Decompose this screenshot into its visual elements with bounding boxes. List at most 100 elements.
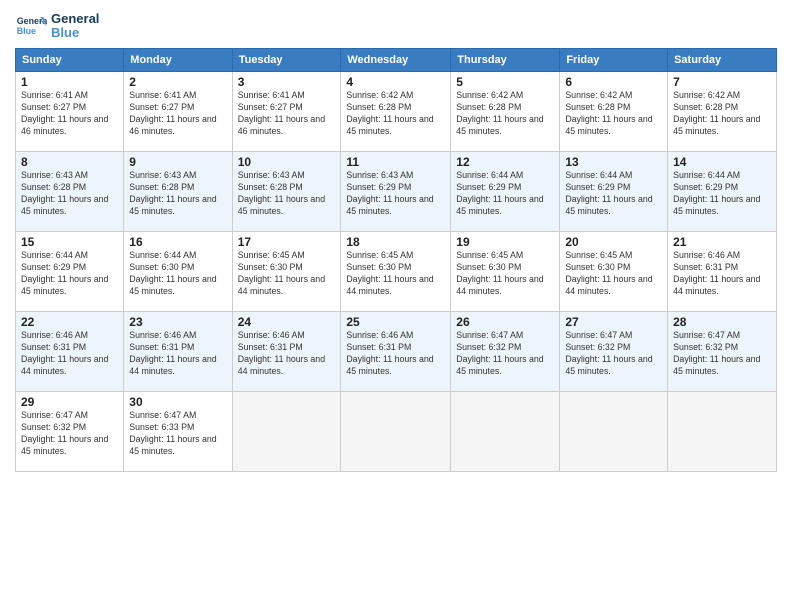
day-number: 22 — [21, 315, 118, 329]
day-number: 8 — [21, 155, 118, 169]
day-number: 25 — [346, 315, 445, 329]
calendar-cell: 8 Sunrise: 6:43 AM Sunset: 6:28 PM Dayli… — [16, 152, 124, 232]
calendar-cell — [560, 392, 668, 472]
day-info: Sunrise: 6:46 AM Sunset: 6:31 PM Dayligh… — [21, 330, 118, 378]
calendar-week-3: 15 Sunrise: 6:44 AM Sunset: 6:29 PM Dayl… — [16, 232, 777, 312]
calendar-cell: 14 Sunrise: 6:44 AM Sunset: 6:29 PM Dayl… — [668, 152, 777, 232]
calendar-cell: 25 Sunrise: 6:46 AM Sunset: 6:31 PM Dayl… — [341, 312, 451, 392]
day-number: 24 — [238, 315, 336, 329]
calendar-cell: 28 Sunrise: 6:47 AM Sunset: 6:32 PM Dayl… — [668, 312, 777, 392]
calendar-week-5: 29 Sunrise: 6:47 AM Sunset: 6:32 PM Dayl… — [16, 392, 777, 472]
header-wednesday: Wednesday — [341, 49, 451, 72]
day-info: Sunrise: 6:45 AM Sunset: 6:30 PM Dayligh… — [238, 250, 336, 298]
calendar-cell: 7 Sunrise: 6:42 AM Sunset: 6:28 PM Dayli… — [668, 72, 777, 152]
calendar-cell: 24 Sunrise: 6:46 AM Sunset: 6:31 PM Dayl… — [232, 312, 341, 392]
day-number: 10 — [238, 155, 336, 169]
day-info: Sunrise: 6:44 AM Sunset: 6:29 PM Dayligh… — [565, 170, 662, 218]
day-info: Sunrise: 6:43 AM Sunset: 6:29 PM Dayligh… — [346, 170, 445, 218]
header-thursday: Thursday — [451, 49, 560, 72]
day-info: Sunrise: 6:47 AM Sunset: 6:32 PM Dayligh… — [456, 330, 554, 378]
day-number: 18 — [346, 235, 445, 249]
day-info: Sunrise: 6:44 AM Sunset: 6:29 PM Dayligh… — [21, 250, 118, 298]
day-number: 17 — [238, 235, 336, 249]
logo-icon: General Blue — [15, 10, 47, 42]
day-number: 13 — [565, 155, 662, 169]
svg-text:Blue: Blue — [17, 26, 36, 36]
logo: General Blue General Blue — [15, 10, 99, 42]
day-number: 26 — [456, 315, 554, 329]
day-number: 30 — [129, 395, 226, 409]
day-number: 9 — [129, 155, 226, 169]
calendar-cell: 11 Sunrise: 6:43 AM Sunset: 6:29 PM Dayl… — [341, 152, 451, 232]
calendar-cell: 15 Sunrise: 6:44 AM Sunset: 6:29 PM Dayl… — [16, 232, 124, 312]
calendar-body: 1 Sunrise: 6:41 AM Sunset: 6:27 PM Dayli… — [16, 72, 777, 472]
day-number: 12 — [456, 155, 554, 169]
header-tuesday: Tuesday — [232, 49, 341, 72]
calendar-week-4: 22 Sunrise: 6:46 AM Sunset: 6:31 PM Dayl… — [16, 312, 777, 392]
day-number: 4 — [346, 75, 445, 89]
day-number: 20 — [565, 235, 662, 249]
calendar-header-row: SundayMondayTuesdayWednesdayThursdayFrid… — [16, 49, 777, 72]
day-info: Sunrise: 6:46 AM Sunset: 6:31 PM Dayligh… — [673, 250, 771, 298]
day-info: Sunrise: 6:47 AM Sunset: 6:32 PM Dayligh… — [21, 410, 118, 458]
calendar-cell: 9 Sunrise: 6:43 AM Sunset: 6:28 PM Dayli… — [124, 152, 232, 232]
calendar-cell: 13 Sunrise: 6:44 AM Sunset: 6:29 PM Dayl… — [560, 152, 668, 232]
day-number: 14 — [673, 155, 771, 169]
calendar-cell: 18 Sunrise: 6:45 AM Sunset: 6:30 PM Dayl… — [341, 232, 451, 312]
calendar-week-1: 1 Sunrise: 6:41 AM Sunset: 6:27 PM Dayli… — [16, 72, 777, 152]
day-info: Sunrise: 6:45 AM Sunset: 6:30 PM Dayligh… — [346, 250, 445, 298]
day-number: 19 — [456, 235, 554, 249]
day-info: Sunrise: 6:44 AM Sunset: 6:29 PM Dayligh… — [456, 170, 554, 218]
calendar-cell: 20 Sunrise: 6:45 AM Sunset: 6:30 PM Dayl… — [560, 232, 668, 312]
calendar-cell: 4 Sunrise: 6:42 AM Sunset: 6:28 PM Dayli… — [341, 72, 451, 152]
day-number: 2 — [129, 75, 226, 89]
day-info: Sunrise: 6:42 AM Sunset: 6:28 PM Dayligh… — [565, 90, 662, 138]
day-info: Sunrise: 6:42 AM Sunset: 6:28 PM Dayligh… — [456, 90, 554, 138]
day-number: 16 — [129, 235, 226, 249]
day-number: 27 — [565, 315, 662, 329]
day-info: Sunrise: 6:41 AM Sunset: 6:27 PM Dayligh… — [21, 90, 118, 138]
day-number: 6 — [565, 75, 662, 89]
calendar-cell — [232, 392, 341, 472]
calendar-cell: 19 Sunrise: 6:45 AM Sunset: 6:30 PM Dayl… — [451, 232, 560, 312]
calendar-cell — [451, 392, 560, 472]
calendar-cell — [668, 392, 777, 472]
calendar-cell: 16 Sunrise: 6:44 AM Sunset: 6:30 PM Dayl… — [124, 232, 232, 312]
header-monday: Monday — [124, 49, 232, 72]
day-number: 28 — [673, 315, 771, 329]
day-number: 15 — [21, 235, 118, 249]
logo-line2: Blue — [51, 26, 99, 40]
calendar-cell: 26 Sunrise: 6:47 AM Sunset: 6:32 PM Dayl… — [451, 312, 560, 392]
day-info: Sunrise: 6:44 AM Sunset: 6:29 PM Dayligh… — [673, 170, 771, 218]
day-info: Sunrise: 6:42 AM Sunset: 6:28 PM Dayligh… — [673, 90, 771, 138]
calendar-cell: 17 Sunrise: 6:45 AM Sunset: 6:30 PM Dayl… — [232, 232, 341, 312]
calendar-table: SundayMondayTuesdayWednesdayThursdayFrid… — [15, 48, 777, 472]
calendar-cell: 5 Sunrise: 6:42 AM Sunset: 6:28 PM Dayli… — [451, 72, 560, 152]
calendar-cell: 21 Sunrise: 6:46 AM Sunset: 6:31 PM Dayl… — [668, 232, 777, 312]
calendar-cell: 6 Sunrise: 6:42 AM Sunset: 6:28 PM Dayli… — [560, 72, 668, 152]
calendar-cell — [341, 392, 451, 472]
day-number: 3 — [238, 75, 336, 89]
day-info: Sunrise: 6:47 AM Sunset: 6:32 PM Dayligh… — [565, 330, 662, 378]
calendar-cell: 23 Sunrise: 6:46 AM Sunset: 6:31 PM Dayl… — [124, 312, 232, 392]
day-info: Sunrise: 6:42 AM Sunset: 6:28 PM Dayligh… — [346, 90, 445, 138]
day-info: Sunrise: 6:43 AM Sunset: 6:28 PM Dayligh… — [129, 170, 226, 218]
calendar-cell: 3 Sunrise: 6:41 AM Sunset: 6:27 PM Dayli… — [232, 72, 341, 152]
day-number: 5 — [456, 75, 554, 89]
day-info: Sunrise: 6:41 AM Sunset: 6:27 PM Dayligh… — [129, 90, 226, 138]
day-number: 7 — [673, 75, 771, 89]
day-number: 29 — [21, 395, 118, 409]
day-info: Sunrise: 6:46 AM Sunset: 6:31 PM Dayligh… — [238, 330, 336, 378]
calendar-cell: 10 Sunrise: 6:43 AM Sunset: 6:28 PM Dayl… — [232, 152, 341, 232]
header-sunday: Sunday — [16, 49, 124, 72]
calendar-cell: 30 Sunrise: 6:47 AM Sunset: 6:33 PM Dayl… — [124, 392, 232, 472]
day-info: Sunrise: 6:43 AM Sunset: 6:28 PM Dayligh… — [238, 170, 336, 218]
day-info: Sunrise: 6:45 AM Sunset: 6:30 PM Dayligh… — [456, 250, 554, 298]
day-info: Sunrise: 6:47 AM Sunset: 6:32 PM Dayligh… — [673, 330, 771, 378]
day-number: 1 — [21, 75, 118, 89]
header-saturday: Saturday — [668, 49, 777, 72]
calendar-cell: 22 Sunrise: 6:46 AM Sunset: 6:31 PM Dayl… — [16, 312, 124, 392]
header-friday: Friday — [560, 49, 668, 72]
day-info: Sunrise: 6:45 AM Sunset: 6:30 PM Dayligh… — [565, 250, 662, 298]
day-info: Sunrise: 6:43 AM Sunset: 6:28 PM Dayligh… — [21, 170, 118, 218]
